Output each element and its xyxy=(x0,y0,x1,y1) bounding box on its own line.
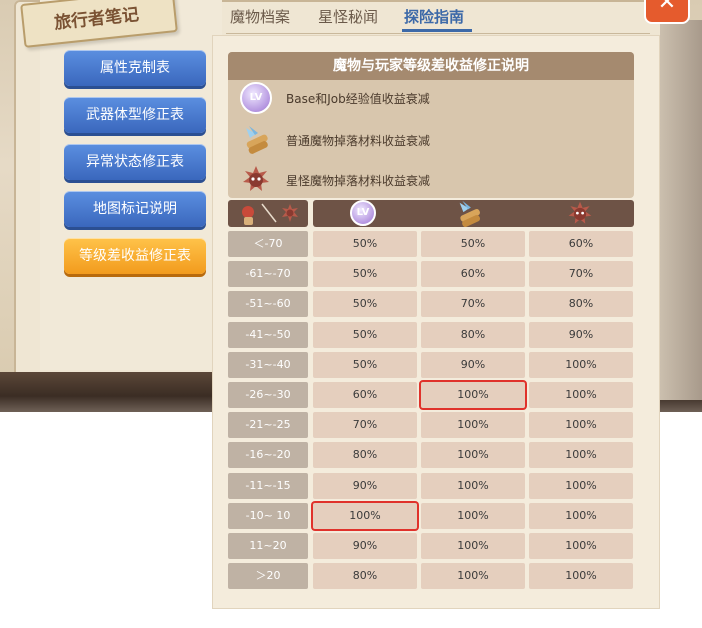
table-cell: 80% xyxy=(313,442,417,468)
player-vs-monster-icon xyxy=(242,203,298,225)
table-header-exp: LV xyxy=(350,200,376,226)
table-cell: 100% xyxy=(529,412,633,438)
material-icon xyxy=(459,200,481,227)
table-cell: 50% xyxy=(313,261,417,287)
table-cell: 50% xyxy=(313,231,417,257)
table-row-label: -21~-25 xyxy=(228,412,308,438)
table-cell: 100% xyxy=(529,533,633,559)
table-cell: 80% xyxy=(529,291,633,317)
table-cell: 80% xyxy=(421,322,525,348)
table-cell: 60% xyxy=(529,231,633,257)
sidebar-item-status-effect[interactable]: 异常状态修正表 xyxy=(64,144,206,180)
table-row-label: ＞20 xyxy=(228,563,308,589)
table-cell: 60% xyxy=(421,261,525,287)
table-cell: 100% xyxy=(529,503,633,529)
table-cell: 70% xyxy=(313,412,417,438)
table-cell: 100% xyxy=(421,473,525,499)
sidebar-item-map-legend[interactable]: 地图标记说明 xyxy=(64,191,206,227)
sidebar-item-weapon-size[interactable]: 武器体型修正表 xyxy=(64,97,206,133)
table-cell: 100% xyxy=(529,563,633,589)
table-row-label: -51~-60 xyxy=(228,291,308,317)
sidebar-item-element-chart[interactable]: 属性克制表 xyxy=(64,50,206,86)
table-corner-header xyxy=(228,200,308,227)
tab-monster-archive[interactable]: 魔物档案 xyxy=(230,6,290,27)
table-cell: 90% xyxy=(313,473,417,499)
table-cell: 100% xyxy=(529,352,633,378)
table-row-label: -16~-20 xyxy=(228,442,308,468)
info-row-text: Base和Job经验值收益衰减 xyxy=(286,92,430,106)
material-icon xyxy=(246,126,268,154)
table-row-label: -61~-70 xyxy=(228,261,308,287)
table-cell: 70% xyxy=(421,291,525,317)
table-cell: 50% xyxy=(313,352,417,378)
table-cell: 70% xyxy=(529,261,633,287)
table-cell: 100% xyxy=(313,503,417,529)
star-monster-icon xyxy=(243,166,269,191)
table-cell: 100% xyxy=(421,412,525,438)
table-cell: 100% xyxy=(529,473,633,499)
lv-exp-icon: LV xyxy=(240,82,272,114)
table-cell: 100% xyxy=(421,382,525,408)
info-row-text: 普通魔物掉落材料收益衰减 xyxy=(286,134,431,148)
table-cell: 100% xyxy=(421,563,525,589)
table-cell: 100% xyxy=(421,503,525,529)
table-cell: 50% xyxy=(313,322,417,348)
table-row-label: 11~20 xyxy=(228,533,308,559)
info-row-text: 星怪魔物掉落材料收益衰减 xyxy=(286,174,431,188)
notebook-title: 旅行者笔记 xyxy=(53,4,140,34)
table-row-label: -26~-30 xyxy=(228,382,308,408)
star-monster-icon xyxy=(568,201,592,224)
table-cell: 100% xyxy=(421,533,525,559)
table-cell: 90% xyxy=(313,533,417,559)
table-row-label: -11~-15 xyxy=(228,473,308,499)
table-cell: 60% xyxy=(313,382,417,408)
close-icon: ✕ xyxy=(657,0,677,15)
lv-exp-icon: LV xyxy=(350,200,376,226)
info-title: 魔物与玩家等级差收益修正说明 xyxy=(228,52,634,80)
table-cell: 80% xyxy=(313,563,417,589)
table-row-label: ＜-70 xyxy=(228,231,308,257)
notebook-edge xyxy=(660,20,702,400)
close-button[interactable]: ✕ xyxy=(644,0,690,24)
table-row-label: -31~-40 xyxy=(228,352,308,378)
table-cell: 50% xyxy=(421,231,525,257)
table-cell: 90% xyxy=(421,352,525,378)
table-cell: 100% xyxy=(529,442,633,468)
tab-star-monster-secrets[interactable]: 星怪秘闻 xyxy=(318,6,378,27)
tab-adventure-guide[interactable]: 探险指南 xyxy=(404,6,464,27)
active-tab-indicator xyxy=(402,29,472,32)
table-cell: 100% xyxy=(421,442,525,468)
table-cell: 90% xyxy=(529,322,633,348)
table-cell: 50% xyxy=(313,291,417,317)
table-cell: 100% xyxy=(529,382,633,408)
tab-divider xyxy=(226,33,650,34)
table-row-label: -41~-50 xyxy=(228,322,308,348)
sidebar-item-level-diff[interactable]: 等级差收益修正表 xyxy=(64,238,206,274)
table-row-label: -10~ 10 xyxy=(228,503,308,529)
